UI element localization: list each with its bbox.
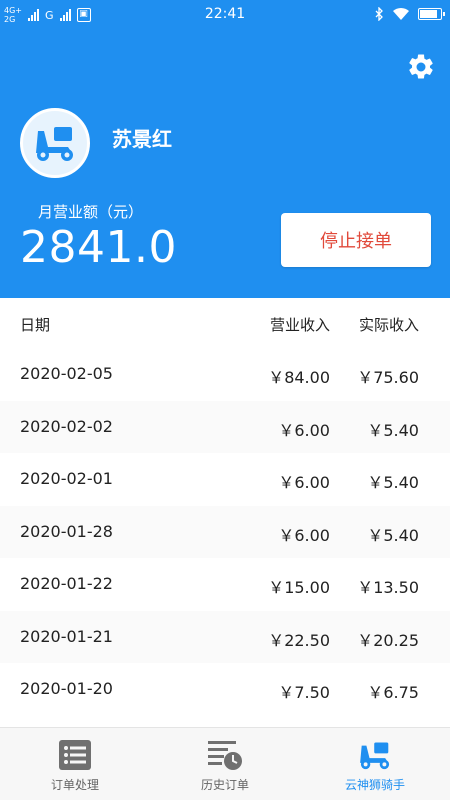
column-header-revenue: 营业收入 xyxy=(269,316,330,334)
avatar[interactable] xyxy=(20,108,90,178)
gear-icon[interactable] xyxy=(406,52,436,82)
row-actual: ￥5.40 xyxy=(367,420,419,440)
nav-item-rider[interactable]: 云神狮骑手 xyxy=(300,728,450,800)
row-date: 2020-02-01 xyxy=(20,469,113,488)
row-date: 2020-02-05 xyxy=(20,364,113,383)
row-actual: ￥6.75 xyxy=(367,683,419,702)
row-actual: ￥20.25 xyxy=(357,630,419,650)
table-row[interactable]: 2020-02-01 ￥6.00 ￥5.40 xyxy=(0,453,450,506)
row-revenue: ￥6.00 xyxy=(278,525,330,545)
scooter-icon xyxy=(36,127,73,161)
row-actual: ￥5.40 xyxy=(367,473,419,492)
month-revenue-value: 2841.0 xyxy=(20,222,177,273)
stop-orders-button[interactable]: 停止接单 xyxy=(281,213,431,267)
revenue-table: 2020-02-05 ￥84.00 ￥75.60 2020-02-02 ￥6.0… xyxy=(0,348,450,716)
row-revenue: ￥6.00 xyxy=(278,420,330,440)
table-row[interactable]: 2020-02-05 ￥84.00 ￥75.60 xyxy=(0,348,450,401)
nav-label-orders: 订单处理 xyxy=(50,778,99,792)
status-bar: 4G+ 2G G ▣ 22:41 xyxy=(0,0,450,30)
row-revenue: ￥15.00 xyxy=(268,578,330,597)
table-row[interactable]: 2020-01-28 ￥6.00 ￥5.40 xyxy=(0,505,450,558)
table-header: 日期 营业收入 实际收入 xyxy=(0,298,450,348)
month-revenue-label: 月营业额（元） xyxy=(38,203,144,221)
bluetooth-icon xyxy=(375,7,383,21)
table-row[interactable]: 2020-02-02 ￥6.00 ￥5.40 xyxy=(0,400,450,453)
profile-header: 苏景红 月营业额（元） 2841.0 停止接单 xyxy=(0,30,450,298)
row-date: 2020-02-02 xyxy=(20,416,113,436)
column-header-date: 日期 xyxy=(20,316,51,334)
nav-label-history: 历史订单 xyxy=(200,778,249,792)
nav-item-history[interactable]: 历史订单 xyxy=(150,728,300,800)
row-revenue: ￥7.50 xyxy=(278,683,330,702)
row-revenue: ￥84.00 xyxy=(268,368,330,387)
username: 苏景红 xyxy=(112,127,172,151)
row-actual: ￥75.60 xyxy=(357,368,419,387)
row-date: 2020-01-22 xyxy=(20,574,113,593)
row-date: 2020-01-21 xyxy=(20,626,113,646)
bottom-nav: 订单处理 历史订单 云神狮骑手 xyxy=(0,727,450,800)
column-header-actual: 实际收入 xyxy=(358,316,419,334)
list-icon xyxy=(55,738,95,772)
history-icon xyxy=(205,738,245,772)
wifi-icon xyxy=(393,7,409,20)
scooter-icon xyxy=(355,738,395,772)
nav-item-orders[interactable]: 订单处理 xyxy=(0,728,150,800)
row-actual: ￥13.50 xyxy=(357,578,419,597)
table-row[interactable]: 2020-01-20 ￥7.50 ￥6.75 xyxy=(0,663,450,716)
row-revenue: ￥22.50 xyxy=(268,630,330,650)
table-row[interactable]: 2020-01-22 ￥15.00 ￥13.50 xyxy=(0,558,450,611)
row-date: 2020-01-28 xyxy=(20,521,113,541)
table-row[interactable]: 2020-01-21 ￥22.50 ￥20.25 xyxy=(0,610,450,663)
status-right xyxy=(375,7,445,21)
row-revenue: ￥6.00 xyxy=(278,473,330,492)
row-actual: ￥5.40 xyxy=(367,525,419,545)
row-date: 2020-01-20 xyxy=(20,679,113,698)
nav-label-rider: 云神狮骑手 xyxy=(344,778,405,792)
battery-icon xyxy=(418,8,445,20)
